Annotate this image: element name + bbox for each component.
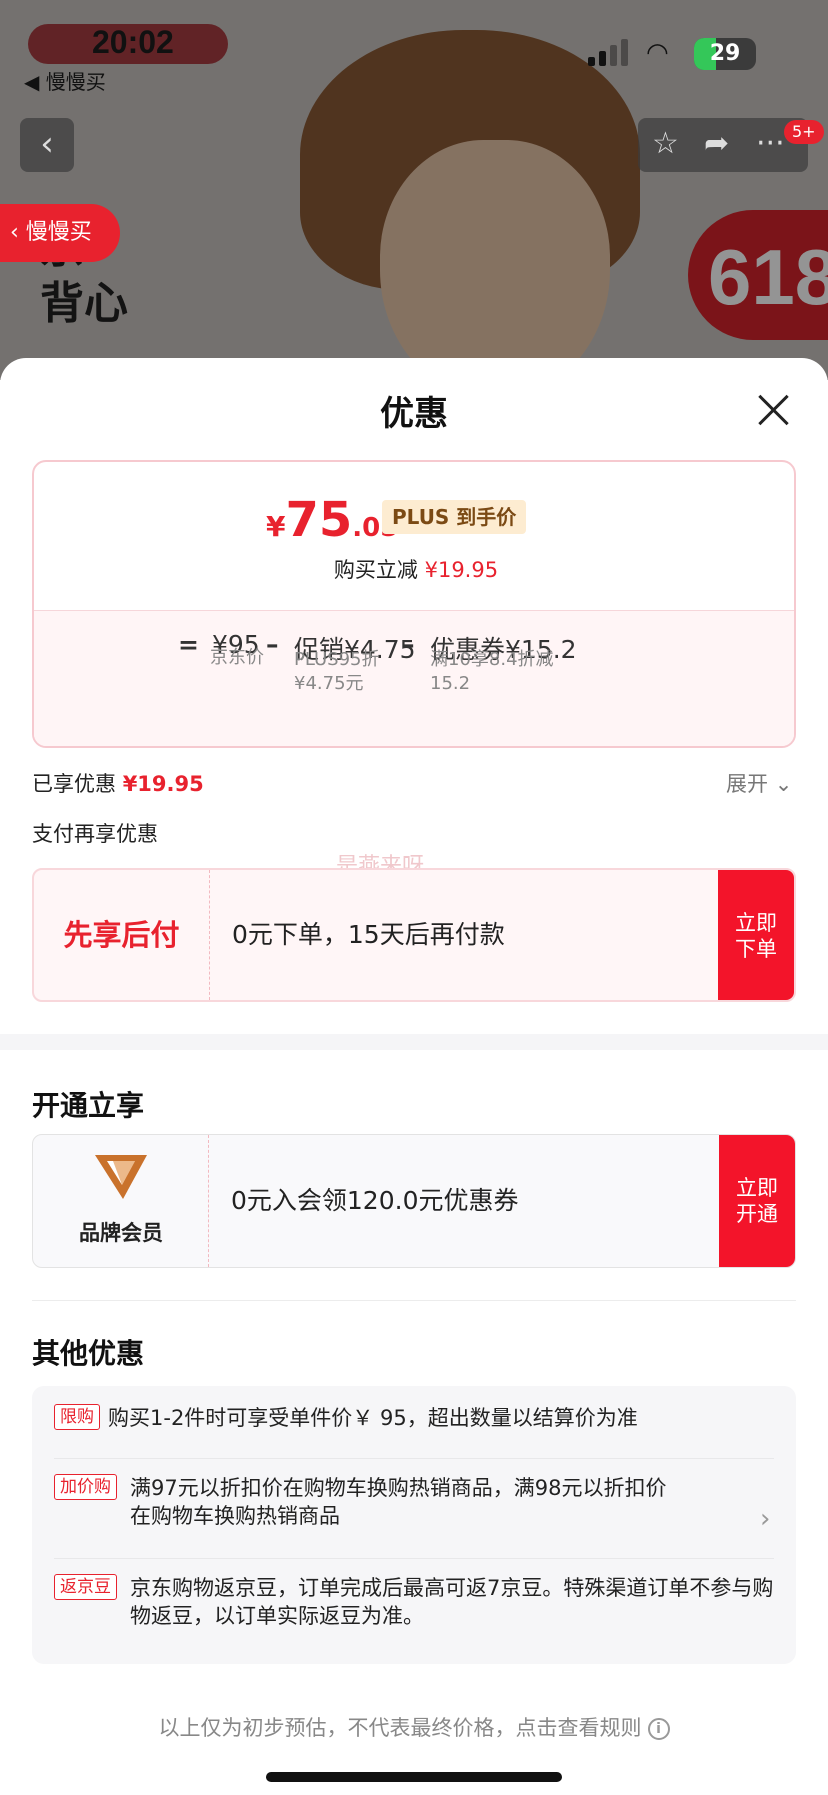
back-to-app-link[interactable]: ◀ 慢慢买 [24, 66, 106, 95]
open-now-line1: 立即 [736, 1176, 778, 1200]
divider [32, 1300, 796, 1301]
plus-price-tag: PLUS 到手价 [382, 500, 527, 534]
star-icon[interactable]: ☆ [652, 126, 679, 161]
other-discounts-list: 限购 购买1-2件时可享受单件价￥ 95，超出数量以结算价为准 加价购 满97元… [32, 1386, 796, 1664]
other-discounts-heading: 其他优惠 [32, 1337, 145, 1370]
price-currency: ¥ [266, 510, 286, 543]
minus-sign: – [402, 630, 415, 659]
equals-sign: = [178, 630, 199, 659]
list-item: 返京豆 京东购物返京豆，订单完成后最高可返7京豆。特殊渠道订单不参与购物返豆，以… [54, 1574, 774, 1630]
promo-detail-line1: PLUS95折 [294, 649, 380, 670]
promo-tag: 限购 [54, 1404, 100, 1430]
enjoyed-discount: 已享优惠 ¥19.95 [32, 768, 204, 798]
list-item[interactable]: 加价购 满97元以折扣价在购物车换购热销商品，满98元以折扣价在购物车换购热销商… [54, 1474, 668, 1530]
jd-price-label: 京东价 [210, 647, 264, 668]
chevron-down-icon: ⌄ [774, 772, 793, 796]
home-indicator[interactable] [266, 1772, 562, 1782]
open-now-line2: 开通 [736, 1202, 778, 1226]
brand-member-logo-icon [95, 1155, 147, 1199]
chevron-left-icon: ‹ [10, 220, 26, 245]
brand-member-text: 0元入会领120.0元优惠券 [231, 1186, 519, 1215]
promo-detail: PLUS95折 ¥4.75元 [294, 648, 380, 696]
promo-text: 京东购物返京豆，订单完成后最高可返7京豆。特殊渠道订单不参与购物返豆，以订单实际… [130, 1576, 774, 1628]
brand-member-label: 品牌会员 [79, 1221, 163, 1245]
battery-icon: 29 [694, 38, 756, 70]
back-button[interactable]: ‹ [20, 118, 74, 172]
pay-later-card[interactable]: 先享后付 0元下单，15天后再付款 立即 下单 [32, 868, 796, 1002]
order-now-line1: 立即 [735, 911, 777, 935]
close-icon[interactable] [756, 392, 792, 428]
coupon-detail-line1: 满10享8.4折减 [430, 649, 554, 670]
reduction-label: 购买立减 [333, 558, 418, 582]
info-icon[interactable]: i [647, 1718, 670, 1740]
brand-member-card[interactable]: 品牌会员 0元入会领120.0元优惠券 立即 开通 [32, 1134, 796, 1268]
pay-later-text: 0元下单，15天后再付款 [232, 920, 505, 949]
list-item: 限购 购买1-2件时可享受单件价￥ 95，超出数量以结算价为准 [54, 1404, 774, 1432]
share-icon[interactable]: ➦ [704, 126, 729, 161]
cellular-signal-icon [588, 38, 630, 66]
promo-text: 购买1-2件时可享受单件价￥ 95，超出数量以结算价为准 [108, 1406, 638, 1430]
expand-label: 展开 [726, 772, 768, 796]
promo-text: 满97元以折扣价在购物车换购热销商品，满98元以折扣价在购物车换购热销商品 [130, 1476, 667, 1528]
pay-more-heading: 支付再享优惠 [32, 822, 158, 846]
instant-reduction: 购买立减 ¥19.95 [34, 554, 794, 584]
enjoyed-label: 已享优惠 [32, 772, 116, 796]
minus-sign: – [266, 630, 279, 659]
enjoyed-value: ¥19.95 [122, 772, 204, 796]
promo-detail-line2: ¥4.75元 [294, 673, 364, 694]
order-now-line2: 下单 [735, 937, 777, 961]
expand-button[interactable]: 展开 ⌄ [726, 768, 792, 798]
price-breakdown-card: ¥75.05 PLUS 到手价 购买立减 ¥19.95 = ¥95 京东价 – … [32, 460, 796, 748]
coupon-detail: 满10享8.4折减 15.2 [430, 648, 554, 696]
promo-tag: 加价购 [54, 1474, 117, 1500]
chevron-right-icon[interactable]: › [760, 1504, 770, 1534]
footer-text: 以上仅为初步预估，不代表最终价格，点击查看规则 [158, 1716, 642, 1740]
more-icon[interactable]: ··· [756, 126, 785, 161]
sheet-title: 优惠 [380, 394, 448, 434]
reduction-value: ¥19.95 [424, 558, 499, 582]
slow-buy-pill[interactable]: ‹ 慢慢买 [0, 204, 120, 262]
open-now-button[interactable]: 立即 开通 [719, 1135, 795, 1267]
final-price: ¥75.05 [266, 492, 398, 548]
nav-actions: ☆ ➦ ··· [638, 118, 808, 172]
slow-buy-label: 慢慢买 [25, 220, 92, 245]
coupon-detail-line2: 15.2 [430, 673, 471, 694]
order-now-button[interactable]: 立即 下单 [718, 870, 794, 1000]
open-enjoy-heading: 开通立享 [32, 1089, 145, 1122]
rules-footer[interactable]: 以上仅为初步预估，不代表最终价格，点击查看规则 i [0, 1712, 828, 1742]
brand-member-badge: 品牌会员 [33, 1135, 209, 1267]
notification-badge: 5+ [784, 120, 824, 144]
promo-tag: 返京豆 [54, 1574, 117, 1600]
pay-later-title: 先享后付 [34, 870, 210, 1000]
discount-sheet: 优惠 ¥75.05 PLUS 到手价 购买立减 ¥19.95 = ¥95 京东价… [0, 358, 828, 1795]
status-time: 20:02 [92, 24, 174, 60]
battery-level: 29 [709, 41, 741, 66]
section-separator [0, 1034, 828, 1050]
price-integer: 75 [285, 492, 353, 548]
row-divider [54, 1458, 774, 1459]
wifi-icon: ◠ [646, 38, 669, 68]
row-divider [54, 1558, 774, 1559]
